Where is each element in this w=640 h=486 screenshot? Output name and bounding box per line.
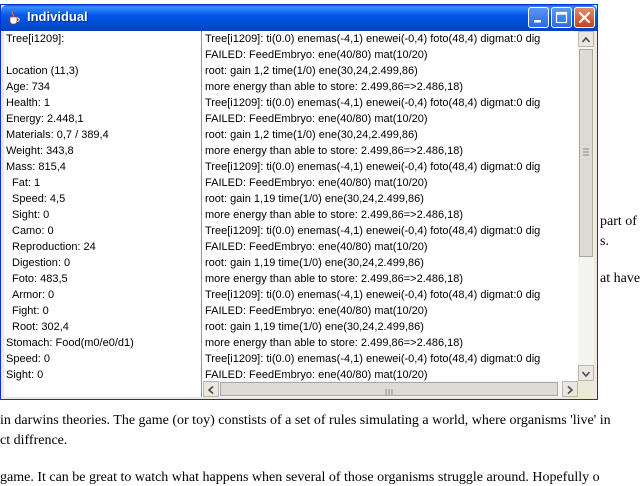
log-line: Tree[i1209]: ti(0.0) enemas(-4,1) enewei… (205, 161, 541, 173)
log-line: Tree[i1209]: ti(0.0) enemas(-4,1) enewei… (205, 289, 541, 301)
window-title: Individual (27, 9, 88, 24)
log-line: FAILED: FeedEmbryo: ene(40/80) mat(10/20… (205, 177, 428, 189)
log-line: FAILED: FeedEmbryo: ene(40/80) mat(10/20… (205, 113, 428, 125)
log-line: root: gain 1,2 time(1/0) ene(30,24,2.499… (205, 129, 418, 141)
log-line: Tree[i1209]: ti(0.0) enemas(-4,1) enewei… (205, 33, 541, 45)
stat-line: Health: 1 (6, 97, 51, 109)
log-line: FAILED: FeedEmbryo: ene(40/80) mat(10/20… (205, 369, 428, 381)
scroll-right-button[interactable] (562, 381, 578, 397)
bg-fragment-3: at have (600, 271, 640, 286)
stat-line: Speed: 0 (6, 353, 51, 365)
log-line: root: gain 1,19 time(1/0) ene(30,24,2.49… (205, 257, 424, 269)
log-line: more energy than able to store: 2.499,86… (205, 209, 464, 221)
stat-line: Fight: 0 (12, 305, 49, 317)
horizontal-scroll-thumb[interactable] (220, 382, 558, 396)
stat-line: Foto: 483,5 (12, 273, 68, 285)
stat-line: Camo: 0 (12, 225, 54, 237)
individual-window: Individual Tree[i1209]: Location (11,3) Ag… (0, 4, 598, 400)
log-line: FAILED: FeedEmbryo: ene(40/80) mat(10/20… (205, 49, 428, 61)
stat-line: Root: 302,4 (12, 321, 69, 333)
scroll-left-button[interactable] (203, 381, 219, 397)
stat-line: Reproduction: 24 (12, 241, 96, 253)
stat-line: Materials: 0,7 / 389,4 (6, 129, 109, 141)
close-icon (578, 11, 591, 24)
log-line: more energy than able to store: 2.499,86… (205, 337, 464, 349)
log-line: root: gain 1,2 time(1/0) ene(30,24,2.499… (205, 65, 418, 77)
stat-line: Digestion: 0 (12, 257, 71, 269)
arrow-down-icon (581, 371, 591, 378)
log-line: Tree[i1209]: ti(0.0) enemas(-4,1) enewei… (205, 353, 541, 365)
stat-line: Energy: 2.448,1 (6, 113, 84, 125)
event-log-text[interactable]: Tree[i1209]: ti(0.0) enemas(-4,1) enewei… (203, 31, 577, 381)
java-cup-icon (7, 10, 21, 25)
log-line: Tree[i1209]: ti(0.0) enemas(-4,1) enewei… (205, 225, 541, 237)
maximize-button[interactable] (551, 7, 572, 28)
stat-line: Tree[i1209]: (6, 33, 65, 45)
stat-line: Armor: 0 (12, 289, 55, 301)
window-titlebar[interactable]: Individual (1, 5, 597, 31)
scroll-down-button[interactable] (578, 365, 594, 381)
stat-line: Location (11,3) (6, 65, 79, 77)
bg-text-line-3: game. It can be great to watch what happ… (0, 470, 600, 485)
log-line: root: gain 1,19 time(1/0) ene(30,24,2.49… (205, 321, 424, 333)
scroll-corner (578, 381, 594, 397)
log-line: FAILED: FeedEmbryo: ene(40/80) mat(10/20… (205, 241, 428, 253)
horizontal-scrollbar[interactable] (203, 381, 578, 397)
bg-text-line-2: ct diffrence. (0, 433, 68, 448)
stat-line (4, 47, 201, 63)
arrow-left-icon (207, 385, 214, 395)
bg-fragment-1: part of (600, 214, 637, 229)
bg-text-line-1: in darwins theories. The game (or toy) c… (0, 413, 611, 428)
scroll-up-button[interactable] (578, 31, 594, 47)
stat-line: Weight: 343,8 (6, 145, 74, 157)
close-button[interactable] (574, 7, 595, 28)
grip-icon (583, 148, 589, 156)
minimize-button[interactable] (528, 7, 549, 28)
stat-line: Sight: 0 (12, 209, 50, 221)
stat-line: Fat: 1 (12, 177, 41, 189)
organism-stats-panel: Tree[i1209]: Location (11,3) Age: 734 Healt… (4, 31, 202, 397)
bg-fragment-2: s. (600, 234, 609, 249)
event-log-panel: Tree[i1209]: ti(0.0) enemas(-4,1) enewei… (203, 31, 594, 397)
arrow-right-icon (567, 385, 574, 395)
stat-line: Age: 734 (6, 81, 51, 93)
log-line: Tree[i1209]: ti(0.0) enemas(-4,1) enewei… (205, 97, 541, 109)
arrow-up-icon (581, 36, 591, 43)
log-line: more energy than able to store: 2.499,86… (205, 145, 464, 157)
log-line: root: gain 1,19 time(1/0) ene(30,24,2.49… (205, 193, 424, 205)
stat-line: Mass: 815,4 (6, 161, 66, 173)
stat-line: Stomach: Food(m0/e0/d1) (6, 337, 134, 349)
grip-icon (385, 389, 393, 395)
vertical-scrollbar[interactable] (578, 31, 594, 381)
log-line: more energy than able to store: 2.499,86… (205, 81, 464, 93)
vertical-scroll-thumb[interactable] (579, 49, 593, 257)
minimize-icon (534, 20, 541, 23)
log-line: more energy than able to store: 2.499,86… (205, 273, 464, 285)
maximize-icon (555, 11, 568, 24)
stat-line: Sight: 0 (6, 369, 44, 381)
log-line: FAILED: FeedEmbryo: ene(40/80) mat(10/20… (205, 305, 428, 317)
window-content: Tree[i1209]: Location (11,3) Age: 734 Healt… (4, 31, 594, 397)
stat-line: Speed: 4,5 (12, 193, 66, 205)
